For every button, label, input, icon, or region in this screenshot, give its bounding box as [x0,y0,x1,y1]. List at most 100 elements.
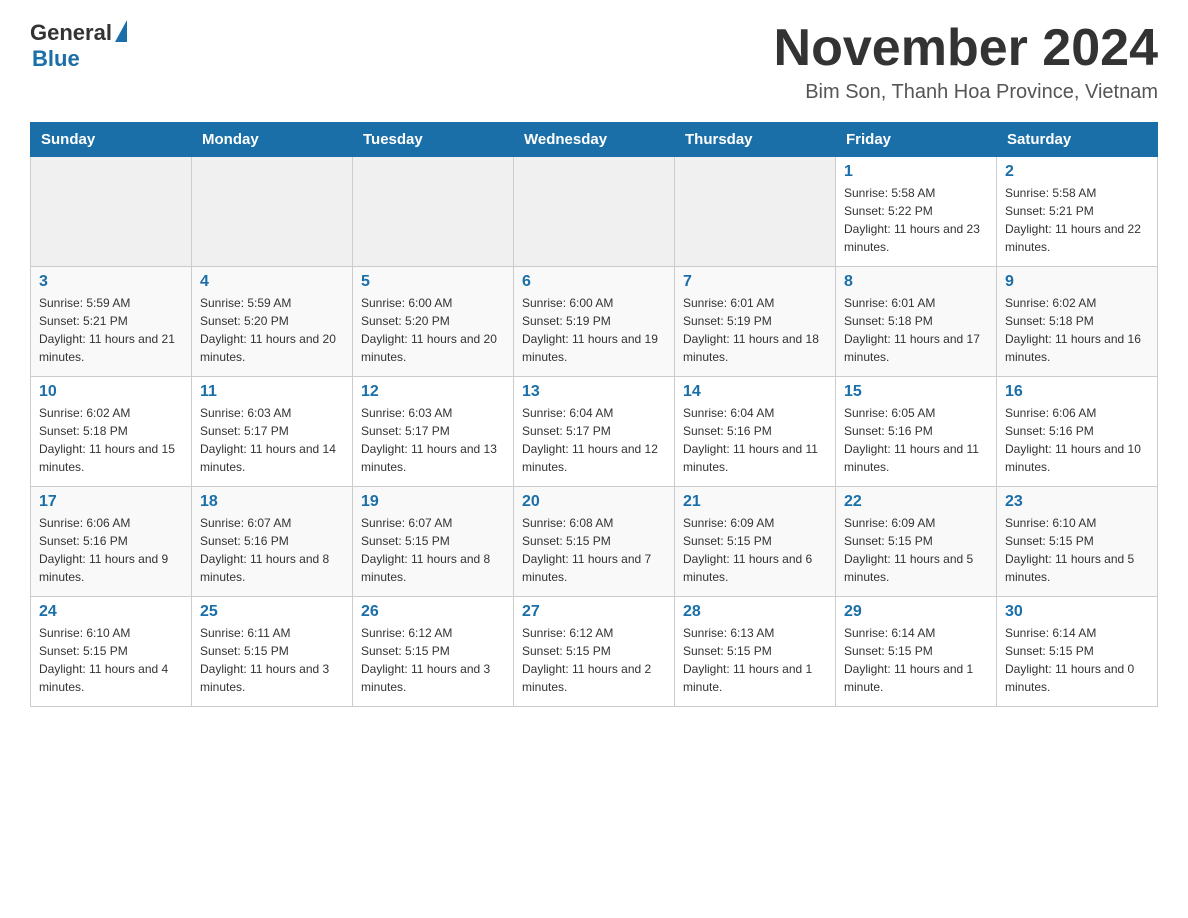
day-info: Sunrise: 6:12 AMSunset: 5:15 PMDaylight:… [361,624,505,696]
day-info: Sunrise: 5:58 AMSunset: 5:21 PMDaylight:… [1005,184,1149,256]
day-info: Sunrise: 6:14 AMSunset: 5:15 PMDaylight:… [1005,624,1149,696]
day-cell: 15 Sunrise: 6:05 AMSunset: 5:16 PMDayligh… [836,377,997,487]
day-number: 19 [361,493,505,511]
header-cell-sunday: Sunday [31,123,192,157]
day-info: Sunrise: 6:14 AMSunset: 5:15 PMDaylight:… [844,624,988,696]
calendar-body: 1Sunrise: 5:58 AMSunset: 5:22 PMDaylight… [31,157,1158,707]
header-cell-monday: Monday [192,123,353,157]
logo-triangle-icon [115,20,127,42]
day-cell: 8Sunrise: 6:01 AMSunset: 5:18 PMDaylight… [836,267,997,377]
day-info: Sunrise: 6:04 AMSunset: 5:17 PMDaylight:… [522,404,666,476]
day-cell: 12 Sunrise: 6:03 AMSunset: 5:17 PMDayligh… [353,377,514,487]
day-cell: 26 Sunrise: 6:12 AMSunset: 5:15 PMDayligh… [353,597,514,707]
day-info: Sunrise: 6:06 AMSunset: 5:16 PMDaylight:… [1005,404,1149,476]
header-cell-friday: Friday [836,123,997,157]
calendar-table: SundayMondayTuesdayWednesdayThursdayFrid… [30,122,1158,707]
day-info: Sunrise: 6:05 AMSunset: 5:16 PMDaylight:… [844,404,988,476]
day-number: 23 [1005,493,1149,511]
header-cell-tuesday: Tuesday [353,123,514,157]
day-cell [675,157,836,267]
day-cell: 22 Sunrise: 6:09 AMSunset: 5:15 PMDayligh… [836,487,997,597]
day-number: 14 [683,383,827,401]
day-info: Sunrise: 6:06 AMSunset: 5:16 PMDaylight:… [39,514,183,586]
day-number: 16 [1005,383,1149,401]
day-cell: 27Sunrise: 6:12 AMSunset: 5:15 PMDayligh… [514,597,675,707]
header-cell-saturday: Saturday [997,123,1158,157]
day-cell: 20Sunrise: 6:08 AMSunset: 5:15 PMDayligh… [514,487,675,597]
day-number: 25 [200,603,344,621]
day-number: 30 [1005,603,1149,621]
day-number: 22 [844,493,988,511]
day-info: Sunrise: 6:01 AMSunset: 5:18 PMDaylight:… [844,294,988,366]
day-cell: 16 Sunrise: 6:06 AMSunset: 5:16 PMDayligh… [997,377,1158,487]
day-info: Sunrise: 5:59 AMSunset: 5:20 PMDaylight:… [200,294,344,366]
location-subtitle: Bim Son, Thanh Hoa Province, Vietnam [774,81,1158,104]
day-cell: 10Sunrise: 6:02 AMSunset: 5:18 PMDayligh… [31,377,192,487]
day-number: 10 [39,383,183,401]
day-cell: 7 Sunrise: 6:01 AMSunset: 5:19 PMDaylight… [675,267,836,377]
day-cell [353,157,514,267]
day-number: 28 [683,603,827,621]
week-row-1: 1Sunrise: 5:58 AMSunset: 5:22 PMDaylight… [31,157,1158,267]
day-number: 3 [39,273,183,291]
day-number: 4 [200,273,344,291]
day-cell: 6 Sunrise: 6:00 AMSunset: 5:19 PMDaylight… [514,267,675,377]
day-number: 7 [683,273,827,291]
day-info: Sunrise: 6:00 AMSunset: 5:20 PMDaylight:… [361,294,505,366]
day-info: Sunrise: 6:02 AMSunset: 5:18 PMDaylight:… [1005,294,1149,366]
day-cell [31,157,192,267]
day-cell: 29Sunrise: 6:14 AMSunset: 5:15 PMDayligh… [836,597,997,707]
month-title: November 2024 [774,20,1158,77]
day-cell: 21 Sunrise: 6:09 AMSunset: 5:15 PMDayligh… [675,487,836,597]
day-number: 26 [361,603,505,621]
week-row-2: 3 Sunrise: 5:59 AMSunset: 5:21 PMDaylight… [31,267,1158,377]
day-number: 18 [200,493,344,511]
day-info: Sunrise: 5:59 AMSunset: 5:21 PMDaylight:… [39,294,183,366]
day-cell: 3 Sunrise: 5:59 AMSunset: 5:21 PMDaylight… [31,267,192,377]
day-info: Sunrise: 6:10 AMSunset: 5:15 PMDaylight:… [39,624,183,696]
day-info: Sunrise: 6:03 AMSunset: 5:17 PMDaylight:… [361,404,505,476]
day-number: 24 [39,603,183,621]
day-cell: 28 Sunrise: 6:13 AMSunset: 5:15 PMDayligh… [675,597,836,707]
page-header: General Blue November 2024 Bim Son, Than… [30,20,1158,104]
day-number: 20 [522,493,666,511]
day-info: Sunrise: 6:00 AMSunset: 5:19 PMDaylight:… [522,294,666,366]
day-number: 6 [522,273,666,291]
logo: General Blue [30,20,127,72]
day-cell: 17Sunrise: 6:06 AMSunset: 5:16 PMDayligh… [31,487,192,597]
day-cell: 9 Sunrise: 6:02 AMSunset: 5:18 PMDaylight… [997,267,1158,377]
day-number: 2 [1005,163,1149,181]
day-cell: 19Sunrise: 6:07 AMSunset: 5:15 PMDayligh… [353,487,514,597]
day-info: Sunrise: 6:09 AMSunset: 5:15 PMDaylight:… [844,514,988,586]
day-number: 1 [844,163,988,181]
day-number: 15 [844,383,988,401]
day-info: Sunrise: 6:10 AMSunset: 5:15 PMDaylight:… [1005,514,1149,586]
day-cell: 30 Sunrise: 6:14 AMSunset: 5:15 PMDayligh… [997,597,1158,707]
week-row-4: 17Sunrise: 6:06 AMSunset: 5:16 PMDayligh… [31,487,1158,597]
title-area: November 2024 Bim Son, Thanh Hoa Provinc… [774,20,1158,104]
day-number: 11 [200,383,344,401]
header-row: SundayMondayTuesdayWednesdayThursdayFrid… [31,123,1158,157]
day-number: 9 [1005,273,1149,291]
day-info: Sunrise: 6:04 AMSunset: 5:16 PMDaylight:… [683,404,827,476]
day-info: Sunrise: 6:01 AMSunset: 5:19 PMDaylight:… [683,294,827,366]
day-cell: 11 Sunrise: 6:03 AMSunset: 5:17 PMDayligh… [192,377,353,487]
header-cell-thursday: Thursday [675,123,836,157]
day-cell: 2 Sunrise: 5:58 AMSunset: 5:21 PMDaylight… [997,157,1158,267]
day-number: 13 [522,383,666,401]
day-info: Sunrise: 6:13 AMSunset: 5:15 PMDaylight:… [683,624,827,696]
day-info: Sunrise: 6:07 AMSunset: 5:16 PMDaylight:… [200,514,344,586]
day-number: 21 [683,493,827,511]
logo-general-text: General [30,20,112,46]
header-cell-wednesday: Wednesday [514,123,675,157]
day-info: Sunrise: 6:03 AMSunset: 5:17 PMDaylight:… [200,404,344,476]
calendar-header: SundayMondayTuesdayWednesdayThursdayFrid… [31,123,1158,157]
day-info: Sunrise: 6:09 AMSunset: 5:15 PMDaylight:… [683,514,827,586]
day-cell: 5Sunrise: 6:00 AMSunset: 5:20 PMDaylight… [353,267,514,377]
day-cell: 23 Sunrise: 6:10 AMSunset: 5:15 PMDayligh… [997,487,1158,597]
day-info: Sunrise: 6:12 AMSunset: 5:15 PMDaylight:… [522,624,666,696]
day-cell: 24 Sunrise: 6:10 AMSunset: 5:15 PMDayligh… [31,597,192,707]
day-number: 12 [361,383,505,401]
week-row-5: 24 Sunrise: 6:10 AMSunset: 5:15 PMDayligh… [31,597,1158,707]
week-row-3: 10Sunrise: 6:02 AMSunset: 5:18 PMDayligh… [31,377,1158,487]
